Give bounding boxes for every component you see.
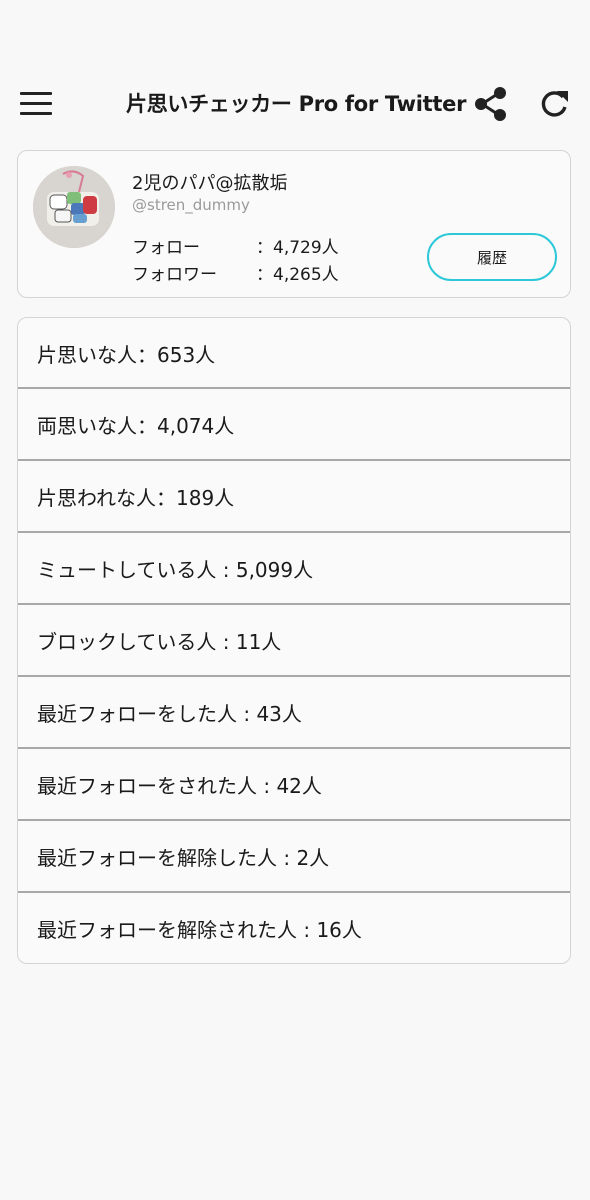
list-item-one-sided[interactable]: 片思いな人：653人 xyxy=(18,318,570,390)
app-bar: 片思いチェッカー Pro for Twitter xyxy=(0,72,590,136)
list-item-label: 片思いな人：653人 xyxy=(37,343,216,367)
list-item-label: 最近フォローを解除した人 : 2人 xyxy=(37,846,330,870)
list-item-label: 最近フォローを解除された人 : 16人 xyxy=(37,918,362,942)
list-item-recent-followers[interactable]: 最近フォローをされた人 : 42人 xyxy=(18,749,570,821)
list-item-recent-followed[interactable]: 最近フォローをした人 : 43人 xyxy=(18,677,570,749)
list-item-mutual[interactable]: 両思いな人：4,074人 xyxy=(18,389,570,461)
refresh-icon[interactable] xyxy=(538,88,570,120)
list-item-label: ブロックしている人 : 11人 xyxy=(37,630,282,654)
list-item-label: 最近フォローをした人 : 43人 xyxy=(37,702,302,726)
list-item-label: ミュートしている人 : 5,099人 xyxy=(37,558,314,582)
profile-card: 2児のパパ@拡散垢 @stren_dummy フォロー ：4,729人 フォロワ… xyxy=(17,150,571,298)
list-item-muted[interactable]: ミュートしている人 : 5,099人 xyxy=(18,533,570,605)
list-item-recent-unfollowers[interactable]: 最近フォローを解除された人 : 16人 xyxy=(18,893,570,963)
hamburger-menu-icon[interactable] xyxy=(20,92,52,116)
list-item-recent-unfollowed[interactable]: 最近フォローを解除した人 : 2人 xyxy=(18,821,570,893)
screen-name: @stren_dummy xyxy=(132,196,250,214)
list-item-label: 両思いな人：4,074人 xyxy=(37,414,235,438)
list-item-one-sided-followers[interactable]: 片思われな人：189人 xyxy=(18,461,570,533)
list-item-label: 片思われな人：189人 xyxy=(37,486,235,510)
follow-count: ：4,729人 xyxy=(256,238,339,258)
app-title: 片思いチェッカー Pro for Twitter xyxy=(126,92,467,116)
follower-label: フォロワー xyxy=(132,265,217,285)
list-item-blocked[interactable]: ブロックしている人 : 11人 xyxy=(18,605,570,677)
display-name: 2児のパパ@拡散垢 xyxy=(132,173,288,194)
share-icon[interactable] xyxy=(474,86,508,122)
result-list: 片思いな人：653人 両思いな人：4,074人 片思われな人：189人 ミュート… xyxy=(17,317,571,964)
follow-label: フォロー xyxy=(132,238,200,258)
history-button[interactable]: 履歴 xyxy=(427,233,557,281)
list-item-label: 最近フォローをされた人 : 42人 xyxy=(37,774,322,798)
avatar[interactable] xyxy=(33,166,115,248)
follower-count: ：4,265人 xyxy=(256,265,339,285)
